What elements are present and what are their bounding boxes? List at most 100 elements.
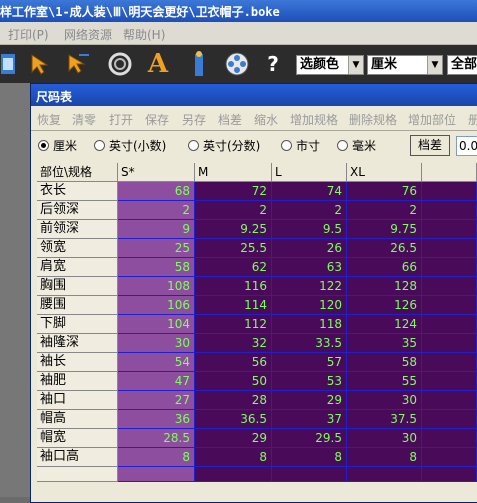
table-cell[interactable]: 56 [195,353,272,372]
table-cell[interactable]: 50 [195,372,272,391]
menu-delete-size[interactable]: 删除规格 [349,111,397,128]
table-cell[interactable]: 9 [118,220,195,239]
table-cell[interactable]: 36.5 [195,410,272,429]
table-cell[interactable]: 27 [118,391,195,410]
radio-cm[interactable]: 厘米 [38,137,77,154]
menu-add-part[interactable]: 增加部位 [408,111,456,128]
table-cell[interactable]: 30 [347,429,422,448]
row-part-label[interactable]: 领宽 [37,239,118,258]
table-cell[interactable]: 66 [347,258,422,277]
radio-mm-dot[interactable] [337,140,348,151]
table-cell[interactable]: 68 [118,182,195,201]
table-cell[interactable]: 35 [347,334,422,353]
row-part-label[interactable]: 衣长 [37,182,118,201]
table-cell[interactable]: 108 [118,277,195,296]
film-reel-icon[interactable] [222,49,252,79]
row-part-label[interactable]: 帽宽 [37,429,118,448]
unit-select[interactable]: 厘米 ▼ [367,55,443,75]
row-part-label[interactable]: 肩宽 [37,258,118,277]
table-cell[interactable]: 57 [272,353,347,372]
table-cell[interactable]: 25.5 [195,239,272,258]
table-cell[interactable]: 112 [195,315,272,334]
table-cell[interactable]: 36 [118,410,195,429]
table-cell[interactable]: 2 [195,201,272,220]
table-cell[interactable]: 58 [347,353,422,372]
table-cell[interactable]: 2 [272,201,347,220]
header-size-xl[interactable]: XL [347,163,422,182]
table-cell[interactable]: 8 [118,448,195,467]
menu-clear[interactable]: 清零 [72,111,96,128]
row-part-label[interactable]: 帽高 [37,410,118,429]
radio-shicun-dot[interactable] [281,140,292,151]
table-cell[interactable]: 120 [272,296,347,315]
table-cell[interactable]: 55 [347,372,422,391]
text-tool-icon[interactable]: A [144,49,172,79]
table-cell[interactable]: 29 [195,429,272,448]
table-cell[interactable]: 114 [195,296,272,315]
table-cell[interactable]: 58 [118,258,195,277]
table-cell[interactable]: 8 [195,448,272,467]
menu-save[interactable]: 保存 [145,111,169,128]
table-cell[interactable]: 76 [347,182,422,201]
table-cell[interactable]: 37.5 [347,410,422,429]
chevron-down-icon[interactable]: ▼ [427,56,442,74]
menu-help[interactable]: 帮助(H) [123,26,165,43]
table-cell[interactable]: 72 [195,182,272,201]
table-cell[interactable]: 25 [118,239,195,258]
chevron-down-icon[interactable]: ▼ [348,56,363,74]
table-cell[interactable]: 30 [347,391,422,410]
menu-shrink[interactable]: 缩水 [254,111,278,128]
table-cell[interactable]: 118 [272,315,347,334]
table-cell[interactable]: 47 [118,372,195,391]
table-cell[interactable]: 33.5 [272,334,347,353]
row-part-label[interactable]: 袖长 [37,353,118,372]
row-part-label[interactable]: 后领深 [37,201,118,220]
table-cell[interactable]: 116 [195,277,272,296]
table-cell[interactable]: 122 [272,277,347,296]
radio-inch-fraction[interactable]: 英寸(分数) [188,137,260,154]
menu-network[interactable]: 网络资源 [64,26,112,43]
grade-button[interactable]: 档差 [410,135,450,156]
menu-restore[interactable]: 恢复 [37,111,61,128]
radio-inch-decimal[interactable]: 英寸(小数) [94,137,166,154]
table-cell[interactable]: 62 [195,258,272,277]
table-cell[interactable]: 2 [347,201,422,220]
menu-open[interactable]: 打开 [109,111,133,128]
table-cell[interactable]: 28 [195,391,272,410]
radio-inch-decimal-dot[interactable] [94,140,105,151]
table-cell[interactable]: 26 [272,239,347,258]
radio-cm-dot[interactable] [38,140,49,151]
row-part-label[interactable]: 袖肥 [37,372,118,391]
table-cell[interactable]: 29 [272,391,347,410]
grade-value-input[interactable]: 0.00 [456,136,477,156]
radio-mm[interactable]: 毫米 [337,137,376,154]
table-cell[interactable]: 106 [118,296,195,315]
table-cell[interactable]: 126 [347,296,422,315]
table-cell[interactable]: 63 [272,258,347,277]
table-cell[interactable]: 9.75 [347,220,422,239]
radio-shicun[interactable]: 市寸 [281,137,320,154]
help-icon[interactable]: ? [262,49,284,79]
row-part-label[interactable]: 前领深 [37,220,118,239]
row-part-label[interactable]: 袖口 [37,391,118,410]
row-part-label[interactable]: 胸围 [37,277,118,296]
scope-select[interactable]: 全部 [447,55,477,75]
radio-inch-fraction-dot[interactable] [188,140,199,151]
menu-grade[interactable]: 档差 [218,111,242,128]
menu-more[interactable]: 册 [468,111,477,128]
table-cell[interactable]: 2 [118,201,195,220]
table-cell[interactable]: 9.25 [195,220,272,239]
table-cell[interactable]: 9.5 [272,220,347,239]
table-cell[interactable]: 128 [347,277,422,296]
figure-icon[interactable] [186,49,212,79]
row-part-label[interactable]: 下脚 [37,315,118,334]
menu-save-as[interactable]: 另存 [182,111,206,128]
table-cell[interactable]: 30 [118,334,195,353]
header-size-m[interactable]: M [195,163,272,182]
color-select[interactable]: 选颜色 ▼ [296,55,364,75]
row-part-label[interactable]: 袖口高 [37,448,118,467]
table-cell[interactable]: 74 [272,182,347,201]
table-cell[interactable]: 53 [272,372,347,391]
table-cell[interactable]: 8 [272,448,347,467]
menu-print[interactable]: 打印(P) [8,26,49,43]
